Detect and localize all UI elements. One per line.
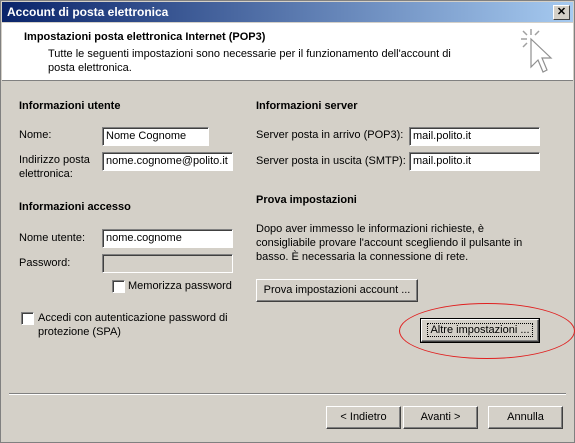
incoming-server-field[interactable]: mail.polito.it: [409, 127, 540, 146]
highlight-ellipse: [399, 303, 575, 359]
spa-label: Accedi con autenticazione password di pr…: [38, 312, 228, 338]
user-info-heading: Informazioni utente: [19, 100, 121, 112]
footer-separator: [9, 393, 566, 395]
remember-password-label: Memorizza password: [128, 280, 232, 292]
remember-password-checkbox[interactable]: [112, 280, 125, 293]
cancel-button[interactable]: Annulla: [488, 406, 563, 429]
account-dialog: Account di posta elettronica ✕ Impostazi…: [0, 0, 575, 443]
test-account-button[interactable]: Prova impostazioni account ...: [256, 279, 418, 302]
dialog-header: Impostazioni posta elettronica Internet …: [2, 23, 573, 81]
name-field[interactable]: Nome Cognome: [102, 127, 209, 146]
test-settings-description: Dopo aver immesso le informazioni richie…: [256, 223, 523, 263]
title-bar[interactable]: Account di posta elettronica ✕: [2, 2, 573, 22]
name-label: Nome:: [19, 129, 52, 141]
login-info-heading: Informazioni accesso: [19, 201, 131, 213]
password-field[interactable]: [102, 254, 233, 273]
window-title: Account di posta elettronica: [7, 5, 169, 19]
email-label: Indirizzo posta elettronica:: [19, 154, 90, 180]
password-label: Password:: [19, 257, 71, 269]
outgoing-server-field[interactable]: mail.polito.it: [409, 152, 540, 171]
spa-checkbox[interactable]: [21, 312, 34, 325]
outgoing-server-label: Server posta in uscita (SMTP):: [256, 155, 406, 167]
header-description: Tutte le seguenti impostazioni sono nece…: [48, 48, 451, 74]
email-field[interactable]: nome.cognome@polito.it: [102, 152, 233, 171]
incoming-server-label: Server posta in arrivo (POP3):: [256, 129, 404, 141]
username-label: Nome utente:: [19, 232, 86, 244]
close-icon: ✕: [556, 6, 567, 18]
username-field[interactable]: nome.cognome: [102, 229, 233, 248]
close-button[interactable]: ✕: [553, 5, 570, 20]
header-title: Impostazioni posta elettronica Internet …: [24, 31, 266, 43]
server-info-heading: Informazioni server: [256, 100, 358, 112]
test-settings-heading: Prova impostazioni: [256, 194, 357, 206]
wizard-cursor-icon: [521, 29, 553, 73]
next-button[interactable]: Avanti >: [403, 406, 478, 429]
back-button[interactable]: < Indietro: [326, 406, 401, 429]
